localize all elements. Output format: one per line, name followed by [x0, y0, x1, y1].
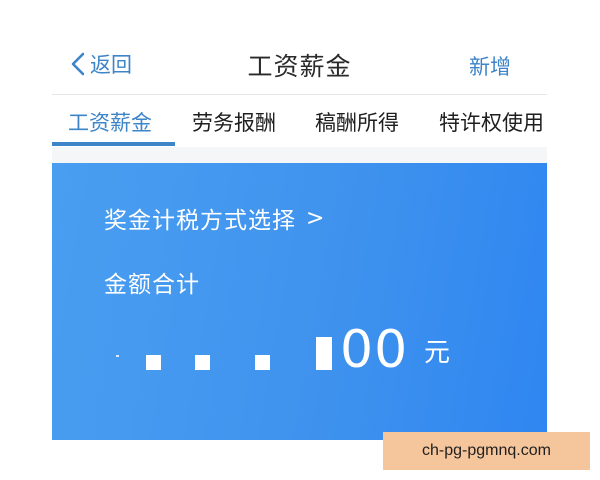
bonus-tax-method-selector[interactable]: 奖金计税方式选择 > — [104, 201, 325, 235]
tab-labor-remuneration[interactable]: 劳务报酬 — [192, 95, 276, 147]
tab-royalties[interactable]: 稿酬所得 — [315, 95, 399, 147]
total-amount-label: 金额合计 — [104, 272, 200, 298]
app-screen: 返回 工资薪金 新增 工资薪金 劳务报酬 稿酬所得 特许权使用 奖金计税方式选择… — [52, 30, 547, 440]
redaction-mark — [146, 355, 161, 370]
active-tab-indicator — [52, 142, 175, 146]
bonus-tax-method-label: 奖金计税方式选择 — [104, 208, 296, 234]
income-type-tabs: 工资薪金 劳务报酬 稿酬所得 特许权使用 — [52, 95, 547, 147]
chevron-right-icon: > — [306, 205, 326, 231]
add-button[interactable]: 新增 — [469, 51, 511, 81]
redaction-mark — [255, 355, 270, 370]
amount-digits: 00 — [340, 320, 409, 380]
amount-summary-card: 奖金计税方式选择 > 金额合计 00 元 — [52, 163, 547, 440]
redaction-mark — [116, 355, 119, 357]
amount-unit: 元 — [424, 338, 451, 368]
redaction-mark — [316, 337, 332, 370]
tab-franchise-fee[interactable]: 特许权使用 — [439, 95, 544, 147]
tab-salary[interactable]: 工资薪金 — [68, 95, 152, 147]
section-gap — [52, 147, 547, 163]
navigation-bar: 返回 工资薪金 新增 — [52, 30, 547, 94]
total-amount-value: 00 元 — [110, 315, 510, 385]
redaction-mark — [195, 355, 210, 370]
watermark: ch-pg-pgmnq.com — [383, 432, 590, 470]
